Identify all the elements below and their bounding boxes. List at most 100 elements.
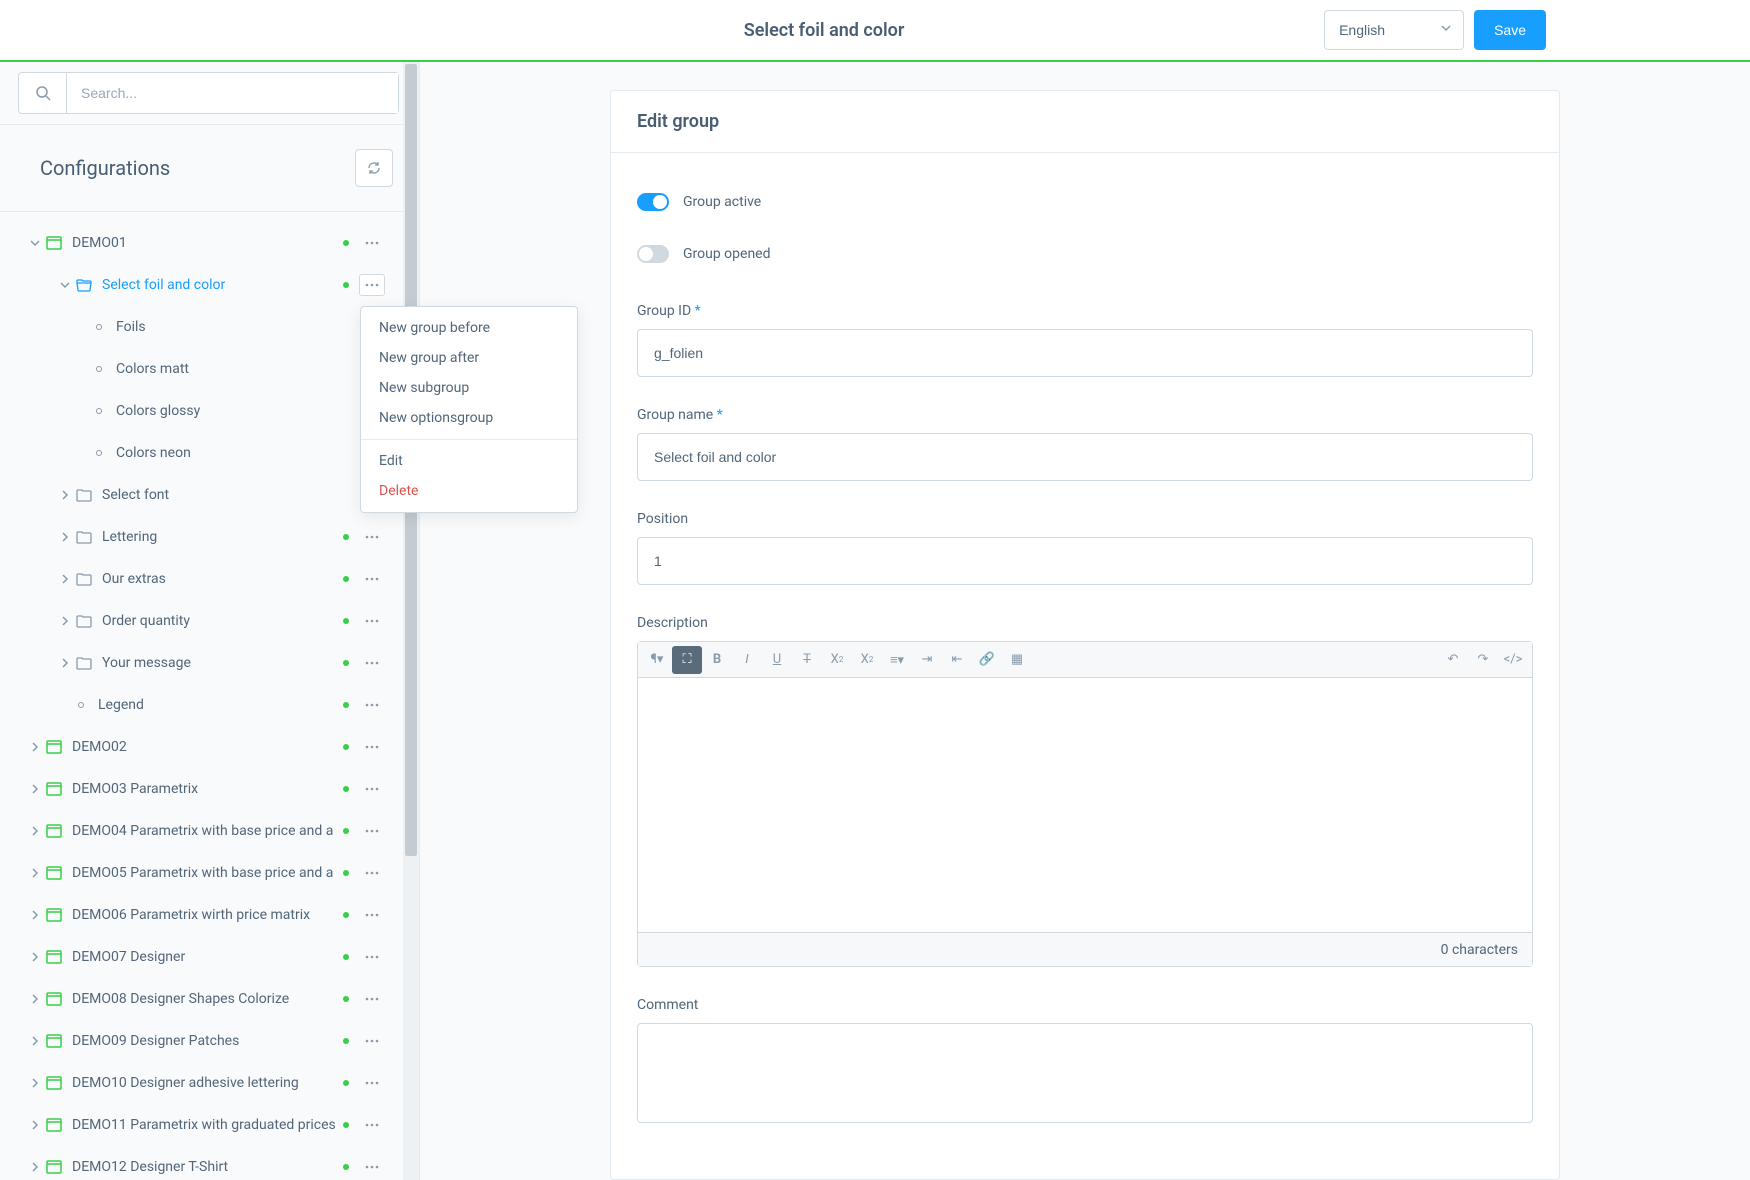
more-icon[interactable] [359, 694, 385, 716]
chevron-right-icon [26, 742, 44, 752]
more-icon[interactable] [359, 1030, 385, 1052]
more-icon[interactable] [359, 820, 385, 842]
save-button[interactable]: Save [1474, 10, 1546, 50]
tree-item-demo11[interactable]: DEMO11 Parametrix with graduated prices [0, 1104, 419, 1146]
table-icon[interactable]: ▦ [1002, 646, 1032, 674]
redo-icon[interactable]: ↷ [1468, 646, 1498, 674]
indent-icon[interactable]: ⇥ [912, 646, 942, 674]
underline-icon[interactable]: U [762, 646, 792, 674]
leaf-dot-icon [96, 408, 102, 414]
rte-body[interactable] [638, 678, 1532, 932]
group-opened-toggle[interactable] [637, 245, 669, 263]
more-icon[interactable] [359, 1114, 385, 1136]
content-area: Edit group Group active Group opened Gro… [420, 62, 1750, 1180]
chevron-down-icon [26, 238, 44, 248]
group-active-toggle[interactable] [637, 193, 669, 211]
tree-item-colors-glossy[interactable]: Colors glossy [0, 390, 419, 432]
tree-item-foils[interactable]: Foils [0, 306, 419, 348]
more-icon[interactable] [359, 526, 385, 548]
more-icon[interactable] [359, 862, 385, 884]
subscript-icon[interactable]: X2 [852, 646, 882, 674]
menu-new-subgroup[interactable]: New subgroup [361, 373, 577, 403]
more-icon[interactable] [359, 904, 385, 926]
tree-item-demo04[interactable]: DEMO04 Parametrix with base price and a [0, 810, 419, 852]
bold-icon[interactable]: B [702, 646, 732, 674]
undo-icon[interactable]: ↶ [1438, 646, 1468, 674]
tree-item-colors-matt[interactable]: Colors matt [0, 348, 419, 390]
status-dot [343, 1080, 349, 1086]
more-icon[interactable] [359, 988, 385, 1010]
tree-item-order-quantity[interactable]: Order quantity [0, 600, 419, 642]
more-icon[interactable] [359, 1156, 385, 1178]
align-icon[interactable]: ≡▾ [882, 646, 912, 674]
more-icon[interactable] [359, 568, 385, 590]
tree-item-demo10[interactable]: DEMO10 Designer adhesive lettering [0, 1062, 419, 1104]
folder-icon [74, 614, 94, 628]
strikethrough-icon[interactable]: T [792, 646, 822, 674]
tree-item-our-extras[interactable]: Our extras [0, 558, 419, 600]
tree: DEMO01 Select foil and color Foils Color… [0, 212, 419, 1180]
more-icon[interactable] [359, 946, 385, 968]
group-opened-label: Group opened [683, 246, 771, 262]
menu-new-optionsgroup[interactable]: New optionsgroup [361, 403, 577, 433]
panel-title: Edit group [637, 111, 1533, 132]
more-icon[interactable] [359, 274, 385, 296]
tree-item-select-font[interactable]: Select font [0, 474, 419, 516]
tree-label: Our extras [102, 571, 343, 587]
menu-edit[interactable]: Edit [361, 446, 577, 476]
more-icon[interactable] [359, 610, 385, 632]
refresh-button[interactable] [355, 149, 393, 187]
more-icon[interactable] [359, 778, 385, 800]
more-icon[interactable] [359, 736, 385, 758]
edit-group-panel: Edit group Group active Group opened Gro… [610, 90, 1560, 1180]
chevron-right-icon [26, 1078, 44, 1088]
window-icon [44, 992, 64, 1006]
italic-icon[interactable]: I [732, 646, 762, 674]
chevron-right-icon [26, 1120, 44, 1130]
group-id-input[interactable] [637, 329, 1533, 377]
fullscreen-icon[interactable]: ⛶ [672, 646, 702, 674]
status-dot [343, 1122, 349, 1128]
tree-item-demo02[interactable]: DEMO02 [0, 726, 419, 768]
leaf-dot-icon [96, 366, 102, 372]
group-name-input[interactable] [637, 433, 1533, 481]
more-icon[interactable] [359, 1072, 385, 1094]
code-icon[interactable]: </> [1498, 646, 1528, 674]
tree-label: DEMO07 Designer [72, 949, 343, 965]
tree-item-colors-neon[interactable]: Colors neon [0, 432, 419, 474]
tree-item-demo05[interactable]: DEMO05 Parametrix with base price and a [0, 852, 419, 894]
language-select[interactable]: English [1324, 10, 1464, 50]
more-icon[interactable] [359, 232, 385, 254]
tree-item-legend[interactable]: Legend [0, 684, 419, 726]
tree-item-demo01[interactable]: DEMO01 [0, 222, 419, 264]
tree-item-your-message[interactable]: Your message [0, 642, 419, 684]
search-input[interactable] [67, 73, 398, 113]
more-icon[interactable] [359, 652, 385, 674]
tree-item-demo12[interactable]: DEMO12 Designer T-Shirt [0, 1146, 419, 1180]
superscript-icon[interactable]: X2 [822, 646, 852, 674]
chevron-down-icon [56, 280, 74, 290]
tree-item-demo08[interactable]: DEMO08 Designer Shapes Colorize [0, 978, 419, 1020]
chevron-right-icon [56, 490, 74, 500]
tree-item-demo09[interactable]: DEMO09 Designer Patches [0, 1020, 419, 1062]
chevron-right-icon [26, 1036, 44, 1046]
tree-item-select-foil[interactable]: Select foil and color [0, 264, 419, 306]
status-dot [343, 660, 349, 666]
chevron-right-icon [56, 574, 74, 584]
menu-delete[interactable]: Delete [361, 476, 577, 506]
menu-new-group-after[interactable]: New group after [361, 343, 577, 373]
page-title: Select foil and color [24, 20, 1324, 41]
menu-new-group-before[interactable]: New group before [361, 313, 577, 343]
tree-item-demo03[interactable]: DEMO03 Parametrix [0, 768, 419, 810]
window-icon [44, 1034, 64, 1048]
link-icon[interactable]: 🔗 [972, 646, 1002, 674]
tree-item-demo07[interactable]: DEMO07 Designer [0, 936, 419, 978]
comment-input[interactable] [637, 1023, 1533, 1123]
position-input[interactable] [637, 537, 1533, 585]
tree-item-lettering[interactable]: Lettering [0, 516, 419, 558]
tree-item-demo06[interactable]: DEMO06 Parametrix wirth price matrix [0, 894, 419, 936]
tree-label: DEMO03 Parametrix [72, 781, 343, 797]
paragraph-icon[interactable]: ¶▾ [642, 646, 672, 674]
status-dot [343, 912, 349, 918]
outdent-icon[interactable]: ⇤ [942, 646, 972, 674]
